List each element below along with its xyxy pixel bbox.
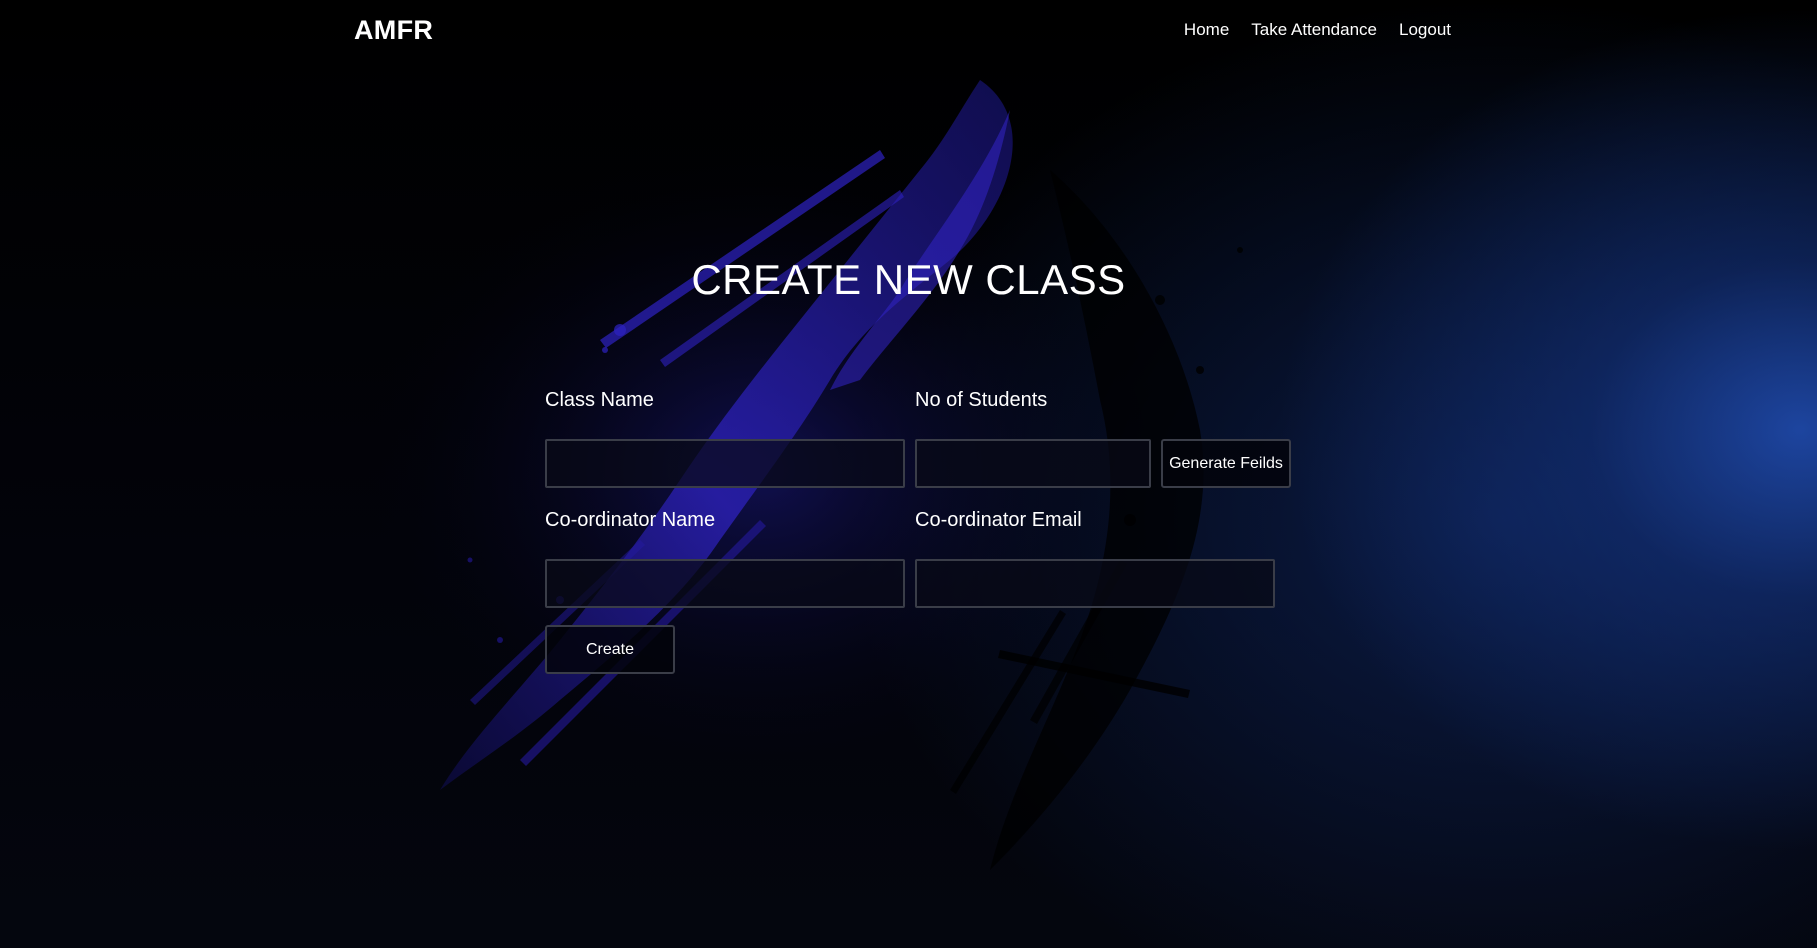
nav-link-take-attendance[interactable]: Take Attendance (1251, 20, 1377, 40)
students-count-label: No of Students (915, 389, 1048, 411)
students-count-input[interactable] (915, 439, 1151, 488)
brand-logo[interactable]: AMFR (354, 15, 433, 46)
coordinator-name-label: Co-ordinator Name (545, 509, 716, 531)
background-image (0, 0, 1817, 948)
class-name-input[interactable] (545, 439, 905, 488)
nav-links: Home Take Attendance Logout (1184, 20, 1451, 40)
page-title: CREATE NEW CLASS (691, 256, 1126, 303)
generate-fields-button[interactable]: Generate Feilds (1161, 439, 1291, 488)
coordinator-name-input[interactable] (545, 559, 905, 608)
nav-link-logout[interactable]: Logout (1399, 20, 1451, 40)
nav-link-home[interactable]: Home (1184, 20, 1229, 40)
coordinator-email-label: Co-ordinator Email (915, 509, 1082, 531)
paint-splash-art (340, 80, 1243, 870)
navbar: AMFR Home Take Attendance Logout (0, 0, 1817, 64)
create-button[interactable]: Create (545, 625, 675, 674)
coordinator-email-input[interactable] (915, 559, 1275, 608)
class-name-label: Class Name (545, 389, 654, 411)
